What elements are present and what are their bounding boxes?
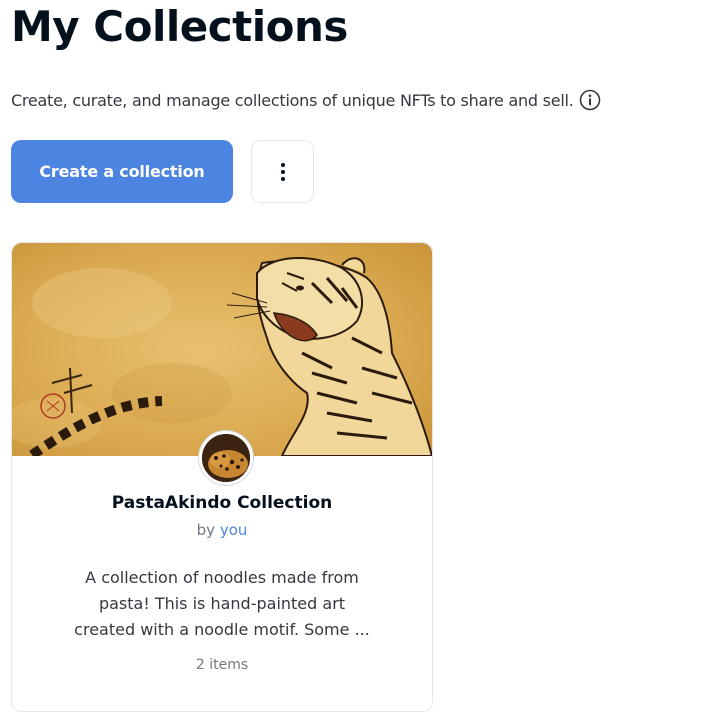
owner-link[interactable]: you bbox=[220, 521, 248, 539]
subtitle-row: Create, curate, and manage collections o… bbox=[11, 89, 601, 111]
collection-avatar bbox=[199, 431, 253, 485]
page-subtitle: Create, curate, and manage collections o… bbox=[11, 90, 574, 110]
byline-prefix: by bbox=[196, 521, 216, 539]
items-count: 2 items bbox=[195, 657, 249, 673]
description-line: pasta! This is hand-painted art bbox=[98, 594, 346, 613]
collection-actions: Create a collection bbox=[11, 140, 314, 203]
description-line: A collection of noodles made from bbox=[85, 568, 359, 587]
collection-name[interactable]: PastaAkindo Collection bbox=[12, 493, 432, 513]
info-icon[interactable] bbox=[579, 89, 601, 111]
collection-byline: by you bbox=[12, 521, 432, 539]
create-collection-button[interactable]: Create a collection bbox=[11, 140, 233, 203]
more-vertical-icon bbox=[280, 162, 285, 181]
description-line: created with a noodle motif. Some ... bbox=[74, 620, 370, 639]
collection-banner bbox=[12, 243, 432, 456]
collection-card[interactable]: PastaAkindo Collection by you A collecti… bbox=[11, 242, 433, 712]
my-collections-page: My Collections Create, curate, and manag… bbox=[0, 0, 720, 720]
collection-description: A collection of noodles made from pasta!… bbox=[62, 565, 382, 643]
tiger-painting-image bbox=[12, 243, 432, 456]
page-title: My Collections bbox=[11, 2, 348, 51]
leopard-avatar-image bbox=[202, 434, 250, 482]
more-options-button[interactable] bbox=[251, 140, 314, 203]
